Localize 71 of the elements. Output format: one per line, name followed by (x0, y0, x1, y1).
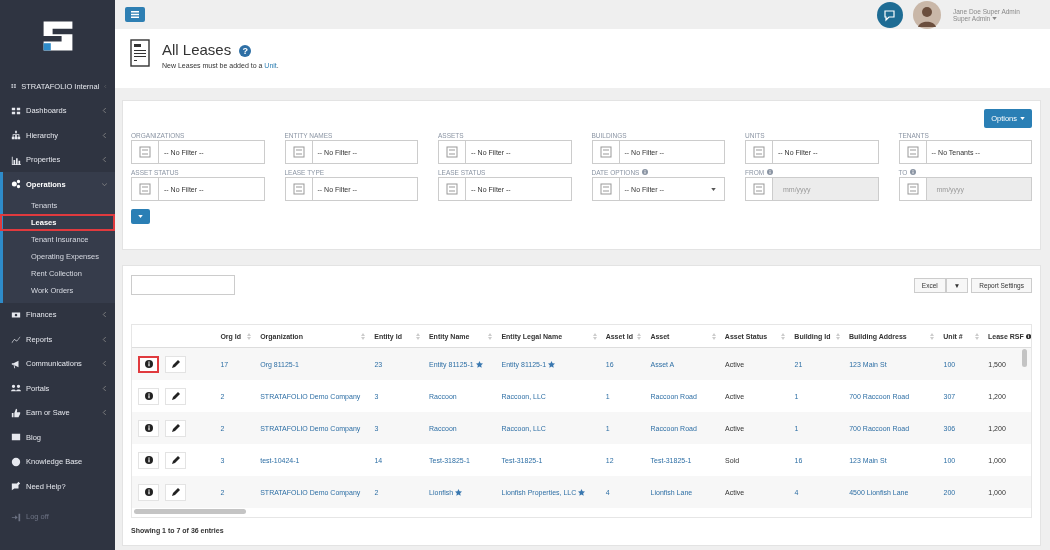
chevron-icon (102, 385, 107, 391)
info-icon (144, 360, 153, 368)
chevron-icon (102, 181, 107, 187)
avatar[interactable] (913, 0, 941, 29)
sort-icon[interactable] (361, 332, 366, 340)
chevron-icon (102, 157, 107, 163)
caret-icon (711, 187, 716, 191)
star-icon (578, 488, 586, 496)
frame-icon (291, 182, 306, 196)
users-icon (11, 383, 21, 394)
page-title: All Leases (162, 41, 232, 58)
caret-icon (992, 16, 998, 20)
info-icon (144, 424, 153, 432)
sort-icon[interactable] (592, 332, 597, 340)
logout-icon (11, 511, 21, 522)
thumbs-up-icon (11, 407, 21, 418)
sort-icon[interactable] (415, 332, 420, 340)
menu-icon (131, 11, 139, 18)
chevron-icon (102, 108, 107, 114)
grid-icon (11, 105, 21, 116)
edit-button[interactable] (165, 483, 186, 501)
info-icon (144, 392, 153, 400)
info-icon[interactable] (1025, 332, 1031, 340)
scrollbar-thumb[interactable] (1022, 349, 1027, 367)
info-icon (144, 456, 153, 464)
pencil-icon (171, 392, 180, 400)
sort-icon[interactable] (836, 332, 840, 340)
scrollbar-thumb[interactable] (134, 509, 246, 514)
chevron-icon (102, 132, 107, 138)
edit-button[interactable] (165, 419, 186, 437)
sort-icon[interactable] (711, 332, 716, 340)
document-icon (130, 39, 150, 67)
chevron-icon (102, 410, 107, 416)
chevron-icon (102, 312, 107, 318)
edit-button[interactable] (165, 451, 186, 469)
info-icon (144, 488, 153, 496)
sort-icon[interactable] (247, 332, 252, 340)
sort-icon[interactable] (975, 332, 979, 340)
bar-chart-icon (11, 154, 21, 165)
sort-icon[interactable] (488, 332, 493, 340)
expand-button[interactable] (131, 209, 150, 224)
sort-icon[interactable] (930, 332, 935, 340)
frame-icon (445, 182, 459, 196)
chevron-icon (102, 361, 107, 367)
pencil-icon (171, 360, 180, 368)
megaphone-icon (11, 358, 21, 369)
sort-icon[interactable] (781, 332, 786, 340)
chat-icon (11, 481, 21, 492)
star-icon (548, 360, 556, 368)
frame-icon (598, 182, 613, 196)
pencil-icon (171, 456, 180, 464)
star-icon (455, 488, 463, 496)
pencil-icon (171, 488, 180, 496)
sort-icon[interactable] (637, 332, 642, 340)
frame-icon (445, 145, 459, 159)
help-icon[interactable]: ? (239, 44, 252, 57)
line-chart-icon (11, 334, 21, 345)
pencil-icon (171, 424, 180, 432)
caret-icon (138, 215, 143, 218)
menu-button[interactable] (125, 7, 145, 22)
frame-icon (138, 182, 152, 196)
chat-button[interactable] (877, 1, 903, 28)
chat-icon (883, 7, 897, 22)
edit-button[interactable] (165, 387, 186, 405)
search-field[interactable] (131, 275, 235, 295)
info-button[interactable] (138, 355, 159, 373)
gears-icon (11, 179, 21, 190)
star-icon (475, 360, 483, 368)
caret-icon (1020, 117, 1025, 120)
chevron-icon (102, 336, 107, 342)
edit-button[interactable] (165, 355, 186, 373)
